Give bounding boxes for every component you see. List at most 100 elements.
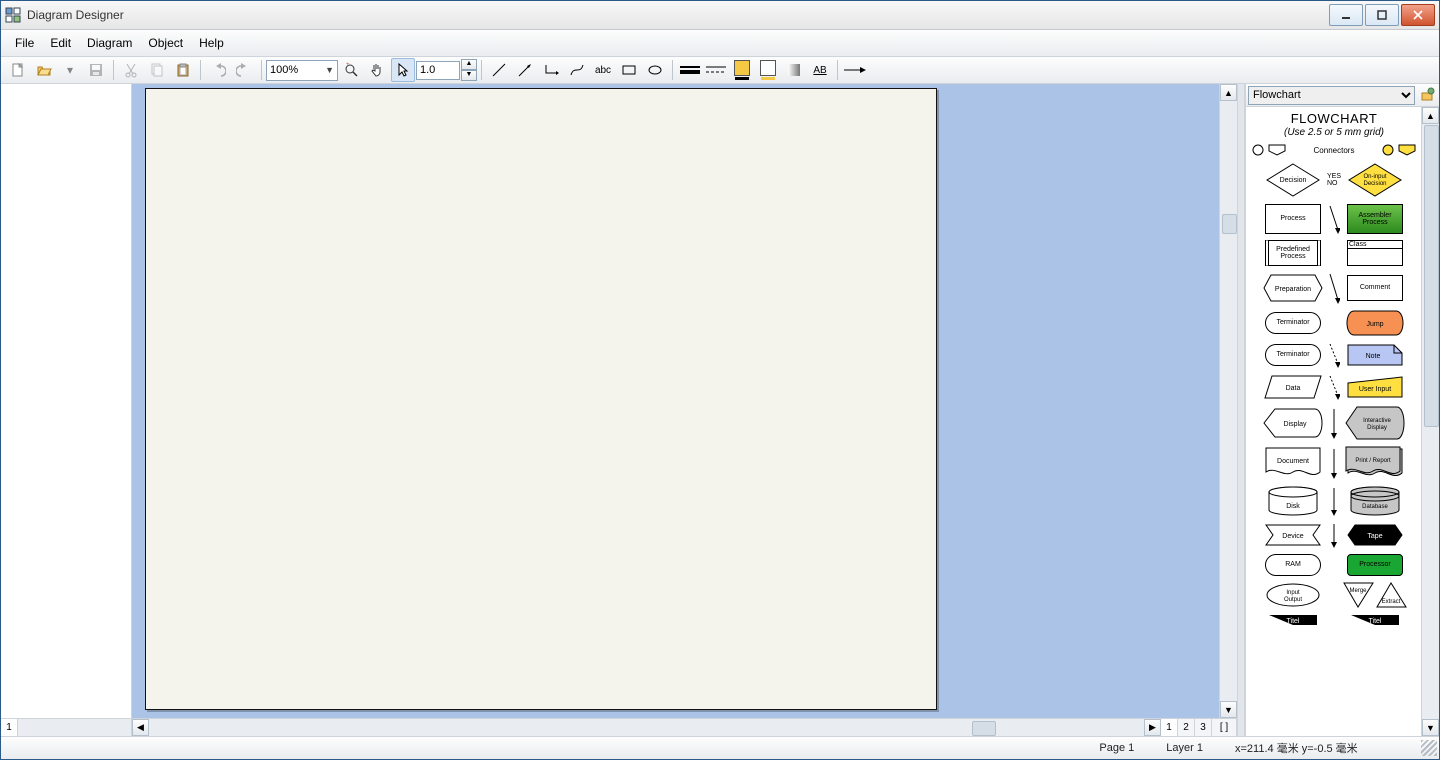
shape-grid: Decision YESNO On-inputDecision Process … <box>1258 162 1410 626</box>
gradient-button[interactable] <box>782 58 806 82</box>
shape-process[interactable]: Process <box>1265 204 1321 234</box>
shape-display[interactable]: Display <box>1263 408 1323 438</box>
page[interactable] <box>145 88 937 710</box>
shape-comment[interactable]: Comment <box>1347 275 1403 301</box>
curve-tool-button[interactable] <box>565 58 589 82</box>
resize-grip[interactable] <box>1421 740 1437 756</box>
menu-help[interactable]: Help <box>191 33 232 53</box>
scroll-left-button[interactable]: ◀ <box>132 719 149 736</box>
step-input[interactable] <box>416 61 460 80</box>
menu-diagram[interactable]: Diagram <box>79 33 140 53</box>
shape-terminator2[interactable]: Terminator <box>1265 344 1321 366</box>
new-button[interactable] <box>6 58 30 82</box>
page-tab-new[interactable]: [ ] <box>1212 719 1237 736</box>
line-style-button[interactable] <box>704 58 728 82</box>
left-tabs: 1 <box>1 718 131 736</box>
canvas-hscroll[interactable]: ◀ ▶ <box>132 719 1161 736</box>
connector-circle-y-icon[interactable] <box>1382 144 1394 156</box>
splitter[interactable] <box>1237 84 1245 736</box>
arrow-style-button[interactable] <box>843 58 867 82</box>
menu-object[interactable]: Object <box>140 33 191 53</box>
shape-merge-extract[interactable]: MergeExtract <box>1343 582 1407 608</box>
scroll-up-button[interactable]: ▲ <box>1422 107 1439 124</box>
shape-decision[interactable]: Decision <box>1265 162 1321 198</box>
menu-file[interactable]: File <box>7 33 42 53</box>
line-width-button[interactable] <box>678 58 702 82</box>
shape-titel1[interactable]: Titel <box>1268 614 1318 626</box>
svg-text:Note: Note <box>1366 353 1381 360</box>
palette-vscroll[interactable]: ▲ ▼ <box>1421 107 1439 736</box>
shape-data[interactable]: Data <box>1264 375 1322 399</box>
connector-tool-button[interactable] <box>539 58 563 82</box>
copy-button[interactable] <box>145 58 169 82</box>
minimize-button[interactable] <box>1329 4 1363 26</box>
shape-user-input[interactable]: User Input <box>1347 376 1403 398</box>
spin-up[interactable]: ▲ <box>461 59 477 70</box>
maximize-button[interactable] <box>1365 4 1399 26</box>
text-format-button[interactable]: AB <box>808 58 832 82</box>
menu-edit[interactable]: Edit <box>42 33 79 53</box>
zoom-combo[interactable]: 100%▼ <box>266 60 338 81</box>
scroll-thumb[interactable] <box>1222 214 1237 234</box>
page-tab-1[interactable]: 1 <box>1161 719 1178 736</box>
open-button[interactable] <box>32 58 56 82</box>
page-tab-2[interactable]: 2 <box>1178 719 1195 736</box>
scroll-right-button[interactable]: ▶ <box>1144 719 1161 736</box>
svg-text:Decision: Decision <box>1363 181 1386 187</box>
shape-processor[interactable]: Processor <box>1347 554 1403 576</box>
shape-disk[interactable]: Disk <box>1267 486 1319 516</box>
shape-oninput-decision[interactable]: On-inputDecision <box>1347 163 1403 197</box>
close-button[interactable] <box>1401 4 1435 26</box>
connector-circle-icon[interactable] <box>1252 144 1264 156</box>
page-tab-3[interactable]: 3 <box>1195 719 1212 736</box>
canvas-area[interactable]: ▲ ▼ <box>132 84 1237 718</box>
svg-text:Merge: Merge <box>1349 588 1367 594</box>
shape-preparation[interactable]: Preparation <box>1263 274 1323 302</box>
shape-document[interactable]: Document <box>1265 447 1321 479</box>
line-color-button[interactable] <box>756 58 780 82</box>
redo-button[interactable] <box>232 58 256 82</box>
scroll-down-button[interactable]: ▼ <box>1422 719 1439 736</box>
ellipse-tool-button[interactable] <box>643 58 667 82</box>
shape-assembler-process[interactable]: Assembler Process <box>1347 204 1403 234</box>
shape-interactive-display[interactable]: InteractiveDisplay <box>1345 406 1405 440</box>
scroll-up-button[interactable]: ▲ <box>1220 84 1237 101</box>
spin-down[interactable]: ▼ <box>461 70 477 81</box>
scroll-down-button[interactable]: ▼ <box>1220 701 1237 718</box>
shape-print-report[interactable]: Print / Report <box>1345 446 1405 480</box>
palette-select[interactable]: Flowchart <box>1248 86 1415 105</box>
connector-offpage-icon[interactable] <box>1268 144 1286 156</box>
shape-jump[interactable]: Jump <box>1346 310 1404 336</box>
shape-titel2[interactable]: Titel <box>1350 614 1400 626</box>
save-button[interactable] <box>84 58 108 82</box>
shape-database[interactable]: Database <box>1349 486 1401 516</box>
palette-settings-button[interactable] <box>1417 85 1437 105</box>
paste-button[interactable] <box>171 58 195 82</box>
hscroll-thumb[interactable] <box>972 721 996 736</box>
shape-ram[interactable]: RAM <box>1265 554 1321 576</box>
shape-class[interactable]: Class <box>1347 240 1403 266</box>
fill-color-button[interactable] <box>730 58 754 82</box>
arrow-down-icon <box>1328 272 1340 304</box>
left-tab-1[interactable]: 1 <box>1 719 18 736</box>
shape-terminator[interactable]: Terminator <box>1265 312 1321 334</box>
shape-input-output[interactable]: InputOutput <box>1265 582 1321 608</box>
text-tool-button[interactable]: abc <box>591 58 615 82</box>
canvas-vscroll[interactable]: ▲ ▼ <box>1219 84 1237 718</box>
shape-tape[interactable]: Tape <box>1347 524 1403 546</box>
shape-note[interactable]: Note <box>1347 344 1403 366</box>
rect-tool-button[interactable] <box>617 58 641 82</box>
zoom-tool-button[interactable]: + <box>339 58 363 82</box>
undo-button[interactable] <box>206 58 230 82</box>
select-tool-button[interactable] <box>391 58 415 82</box>
cut-button[interactable] <box>119 58 143 82</box>
pan-tool-button[interactable] <box>365 58 389 82</box>
shape-predefined-process[interactable]: Predefined Process <box>1265 240 1321 266</box>
step-spinner[interactable]: ▲▼ <box>416 59 477 81</box>
scroll-thumb[interactable] <box>1424 125 1439 427</box>
arrow-tool-button[interactable] <box>513 58 537 82</box>
shape-device[interactable]: Device <box>1265 524 1321 546</box>
line-tool-button[interactable] <box>487 58 511 82</box>
connector-offpage-y-icon[interactable] <box>1398 144 1416 156</box>
save-dropdown-button[interactable]: ▾ <box>58 58 82 82</box>
